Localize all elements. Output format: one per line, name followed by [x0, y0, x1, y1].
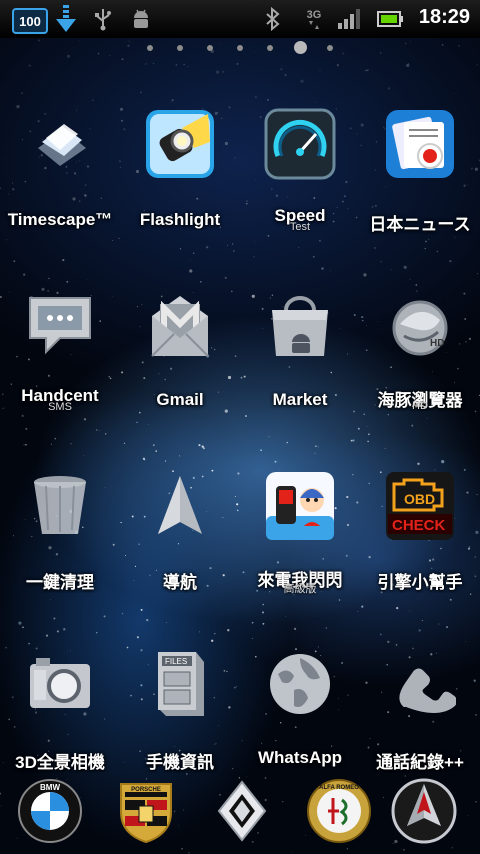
- app-handcent-sms[interactable]: Handcent SMS: [0, 290, 120, 440]
- alfa-romeo-text: ALFA ROMEO: [319, 785, 359, 791]
- app-navigation[interactable]: 導航: [120, 470, 240, 620]
- svg-text:HD: HD: [430, 338, 444, 349]
- page-dot[interactable]: [207, 45, 213, 51]
- app-label: Market: [272, 390, 328, 409]
- app-engine-helper[interactable]: OBD CHECK 引擎小幫手: [360, 470, 480, 620]
- app-sublabel: Test: [289, 221, 311, 233]
- dolphin-browser-icon: HD: [384, 290, 456, 362]
- obd-bottom-text: CHECK: [392, 517, 446, 534]
- app-speedtest[interactable]: Speed Test: [240, 108, 360, 258]
- page-dot[interactable]: [267, 45, 273, 51]
- network-3g-icon: 3G: [302, 5, 326, 33]
- network-type-text: 3G: [306, 9, 322, 21]
- app-label: WhatsApp: [257, 748, 343, 767]
- app-call-flash[interactable]: 來電我閃閃 高級版: [240, 470, 360, 620]
- market-icon: [264, 290, 336, 362]
- japan-news-icon: [384, 108, 456, 180]
- handcent-sms-icon: [24, 290, 96, 362]
- battery-icon: [376, 5, 404, 33]
- app-market[interactable]: Market: [240, 290, 360, 440]
- app-label: 導航: [163, 573, 197, 592]
- timescape-icon: [24, 108, 96, 180]
- page-dot[interactable]: [327, 45, 333, 51]
- battery-level-text: 100: [19, 13, 41, 29]
- signal-icon: [336, 5, 364, 33]
- app-label: 通話紀錄++: [376, 753, 464, 772]
- home-page-indicator: [0, 41, 480, 55]
- page-dot[interactable]: [237, 45, 243, 51]
- app-sublabel: HD: [412, 400, 428, 412]
- app-one-key-cleaner[interactable]: 一鍵清理: [0, 470, 120, 620]
- android-debug-icon: [128, 5, 154, 33]
- app-label: Gmail: [156, 390, 204, 409]
- camera-icon: [24, 648, 96, 720]
- dock-bar: BMW PORSCHE ALFA ROMEO: [0, 772, 480, 854]
- obd-check-icon: OBD CHECK: [384, 470, 456, 542]
- pontiac-logo-icon[interactable]: [391, 778, 457, 844]
- call-log-icon: [384, 648, 458, 720]
- app-label: Flashlight: [139, 210, 221, 229]
- app-gmail[interactable]: Gmail: [120, 290, 240, 440]
- app-label: 一鍵清理: [26, 573, 94, 592]
- app-japan-news[interactable]: 日本ニュース: [360, 108, 480, 258]
- app-label: 日本ニュース: [369, 215, 471, 234]
- app-dolphin-browser[interactable]: HD 海豚瀏覽器 HD: [360, 290, 480, 440]
- download-icon: [54, 5, 78, 33]
- whatsapp-icon: [264, 648, 336, 720]
- navigation-icon: [144, 470, 216, 542]
- speedtest-icon: [264, 108, 336, 180]
- porsche-text: PORSCHE: [131, 787, 161, 793]
- call-flash-icon: [264, 470, 336, 542]
- svg-text:FILES: FILES: [165, 657, 187, 666]
- porsche-logo-icon[interactable]: PORSCHE: [113, 778, 179, 844]
- gmail-icon: [144, 290, 216, 362]
- app-label: 3D全景相機: [15, 753, 105, 772]
- alfa-romeo-logo-icon[interactable]: ALFA ROMEO: [306, 778, 372, 844]
- app-label: Timescape™: [7, 210, 113, 229]
- usb-icon: [92, 5, 114, 33]
- flashlight-icon: [144, 108, 216, 180]
- page-dot[interactable]: [177, 45, 183, 51]
- obd-top-text: OBD: [404, 491, 435, 507]
- renault-logo-icon[interactable]: [209, 778, 275, 844]
- status-clock: 18:29: [418, 6, 470, 28]
- battery-level-icon: 100: [12, 8, 48, 34]
- bluetooth-icon: [262, 5, 284, 33]
- app-sublabel: 高級版: [283, 583, 317, 595]
- app-flashlight[interactable]: Flashlight: [120, 108, 240, 258]
- app-sublabel: SMS: [48, 401, 72, 413]
- page-dot[interactable]: [147, 45, 153, 51]
- app-timescape[interactable]: Timescape™: [0, 108, 120, 258]
- app-label: 手機資訊: [146, 753, 214, 772]
- page-dot-active[interactable]: [294, 41, 307, 54]
- status-bar: 100 3G 18:29: [0, 0, 480, 38]
- trash-cleaner-icon: [24, 470, 96, 542]
- app-label: 引擎小幫手: [377, 573, 463, 592]
- bmw-logo-icon[interactable]: BMW: [17, 778, 83, 844]
- bmw-text: BMW: [40, 783, 60, 792]
- phone-info-icon: FILES: [144, 648, 216, 720]
